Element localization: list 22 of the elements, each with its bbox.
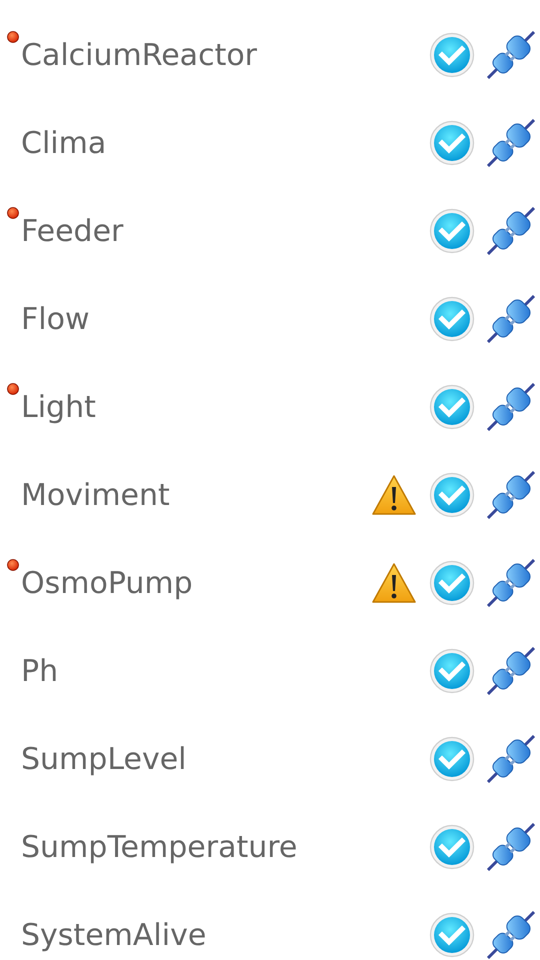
module-name: Feeder <box>21 214 124 248</box>
module-name: CalciumReactor <box>21 38 258 72</box>
module-row[interactable]: SumpLevel <box>0 715 540 803</box>
module-row[interactable]: CalciumReactor <box>0 11 540 99</box>
module-row[interactable]: SumpTemperature <box>0 803 540 891</box>
module-name: SumpTemperature <box>21 830 298 864</box>
module-row[interactable]: Feeder <box>0 187 540 275</box>
module-name: Flow <box>21 302 90 336</box>
module-name: Clima <box>21 126 108 160</box>
module-name: OsmoPump <box>21 566 194 600</box>
module-row[interactable]: Light <box>0 363 540 451</box>
module-row[interactable]: Moviment <box>0 451 540 539</box>
module-row[interactable]: Flow <box>0 275 540 363</box>
module-name: Moviment <box>21 478 171 512</box>
module-name: SystemAlive <box>21 918 208 952</box>
module-row[interactable]: SystemAlive <box>0 891 540 960</box>
module-name: SumpLevel <box>21 742 188 776</box>
module-name: Light <box>21 390 97 424</box>
module-row[interactable]: OsmoPump <box>0 539 540 627</box>
module-row[interactable]: Ph <box>0 627 540 715</box>
module-row[interactable]: Clima <box>0 99 540 187</box>
module-name: Ph <box>21 654 60 688</box>
